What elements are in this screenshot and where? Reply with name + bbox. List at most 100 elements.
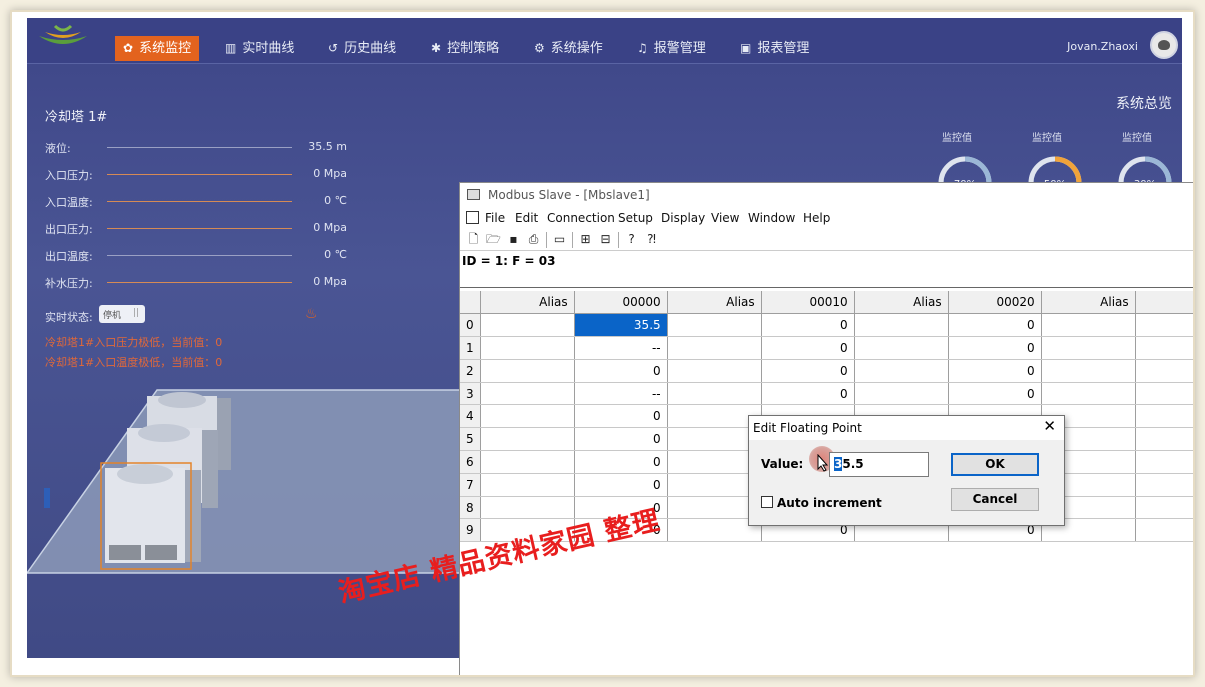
column-header[interactable]: 00020	[948, 291, 1042, 315]
column-header[interactable]: 00010	[761, 291, 855, 315]
tab-control-strategy[interactable]: ✱ 控制策略	[423, 36, 507, 61]
context-help-icon[interactable]: ⁈	[644, 232, 659, 247]
register-cell[interactable]: 35.5	[574, 313, 668, 338]
device-title: 冷却塔 1#	[45, 110, 108, 125]
register-cell[interactable]	[480, 450, 575, 474]
register-cell[interactable]: 0	[574, 427, 668, 452]
register-cell[interactable]	[1041, 336, 1136, 360]
avatar[interactable]	[1150, 31, 1178, 59]
tab-history-curve[interactable]: ↺ 历史曲线	[320, 36, 404, 61]
register-cell[interactable]	[1041, 359, 1136, 383]
register-cell[interactable]: 0	[761, 359, 855, 383]
param-row: 出口温度: 0 ℃	[45, 248, 347, 263]
row-header[interactable]: 8	[460, 496, 481, 520]
ok-button[interactable]: OK	[951, 453, 1039, 476]
register-cell[interactable]: 0	[948, 359, 1042, 383]
tab-system-monitor[interactable]: ✿ 系统监控	[115, 36, 200, 61]
register-cell[interactable]	[854, 382, 949, 406]
save-icon[interactable]: ▪	[506, 232, 521, 247]
register-cell[interactable]	[667, 313, 762, 338]
register-cell[interactable]	[1041, 382, 1136, 406]
menu-edit[interactable]: Edit	[515, 211, 538, 225]
window-title: Modbus Slave - [Mbslave1]	[460, 183, 1193, 207]
register-cell[interactable]	[480, 427, 575, 452]
register-cell[interactable]	[667, 336, 762, 360]
register-cell[interactable]: 0	[574, 359, 668, 383]
tab-realtime-curve[interactable]: ▥ 实时曲线	[217, 36, 302, 61]
register-cell[interactable]	[854, 336, 949, 360]
tab-system-operation[interactable]: ⚙ 系统操作	[526, 36, 611, 61]
menu-file[interactable]: File	[485, 211, 505, 225]
register-cell[interactable]	[480, 404, 575, 429]
open-folder-icon[interactable]: 🗁	[486, 232, 501, 247]
register-cell[interactable]	[480, 496, 575, 520]
register-cell[interactable]: 0	[761, 382, 855, 406]
row-header[interactable]: 7	[460, 473, 481, 497]
row-header[interactable]: 1	[460, 336, 481, 360]
param-row: 液位: 35.5 m	[45, 140, 347, 155]
register-cell[interactable]	[480, 336, 575, 360]
register-cell[interactable]: 0	[761, 313, 855, 338]
register-cell[interactable]	[667, 382, 762, 406]
menu-display[interactable]: Display	[661, 211, 705, 225]
row-header[interactable]: 6	[460, 450, 481, 474]
register-cell[interactable]: 0	[948, 382, 1042, 406]
alarm-icon[interactable]: ♨	[305, 306, 318, 322]
menu-view[interactable]: View	[711, 211, 739, 225]
register-cell[interactable]: 0	[948, 336, 1042, 360]
tab-alarm-management[interactable]: ♫ 报警管理	[629, 36, 714, 61]
slave-id-line: ID = 1: F = 03	[460, 252, 1193, 288]
username[interactable]: Jovan.Zhaoxi	[1067, 40, 1138, 53]
disconnect-icon[interactable]: ⊟	[598, 232, 613, 247]
register-cell[interactable]: --	[574, 336, 668, 360]
settings-icon: ⚙	[534, 41, 545, 55]
cancel-button[interactable]: Cancel	[951, 488, 1039, 511]
row-header[interactable]: 3	[460, 382, 481, 406]
register-cell[interactable]: 0	[948, 313, 1042, 338]
window-icon[interactable]: ▭	[552, 232, 567, 247]
register-cell[interactable]: 0	[761, 336, 855, 360]
value-input[interactable]: 35.5	[829, 452, 929, 477]
connect-icon[interactable]: ⊞	[578, 232, 593, 247]
register-cell[interactable]	[480, 382, 575, 406]
row-header[interactable]: 4	[460, 404, 481, 429]
new-file-icon[interactable]: 🗋	[466, 232, 481, 247]
gauge-label: 监控值	[1122, 133, 1152, 144]
status-toggle[interactable]: 停机	[99, 305, 145, 323]
menu-connection[interactable]: Connection	[547, 211, 615, 225]
register-cell[interactable]: 0	[574, 473, 668, 497]
register-cell[interactable]	[480, 359, 575, 383]
gauge-label: 监控值	[1032, 133, 1062, 144]
menu-help[interactable]: Help	[803, 211, 830, 225]
row-header[interactable]: 5	[460, 427, 481, 452]
column-header[interactable]: Alias	[1041, 291, 1136, 315]
menu-window[interactable]: Window	[748, 211, 795, 225]
dialog-title: Edit Floating Point	[749, 416, 1064, 440]
register-cell[interactable]: 0	[574, 404, 668, 429]
value-label: Value:	[761, 457, 804, 471]
register-cell[interactable]	[1041, 313, 1136, 338]
auto-increment-checkbox[interactable]	[761, 496, 773, 508]
register-cell[interactable]: 0	[574, 450, 668, 474]
toolbar: 🗋 🗁 ▪ ⎙ ▭ ⊞ ⊟ ? ⁈	[460, 229, 1193, 251]
close-icon[interactable]: ✕	[1043, 417, 1056, 435]
register-cell[interactable]	[854, 313, 949, 338]
register-cell[interactable]: --	[574, 382, 668, 406]
print-icon[interactable]: ⎙	[526, 232, 541, 247]
status-label: 实时状态:	[45, 311, 93, 324]
register-cell[interactable]	[854, 359, 949, 383]
column-header[interactable]: Alias	[667, 291, 762, 315]
help-icon[interactable]: ?	[624, 232, 639, 247]
column-header[interactable]: Alias	[854, 291, 949, 315]
tab-report-management[interactable]: ▣ 报表管理	[732, 36, 817, 61]
row-header[interactable]: 0	[460, 313, 481, 338]
register-cell[interactable]	[667, 359, 762, 383]
register-cell[interactable]	[480, 313, 575, 338]
column-header[interactable]: 00000	[574, 291, 668, 315]
column-header[interactable]: Alias	[480, 291, 575, 315]
document-icon[interactable]	[466, 211, 479, 224]
row-header[interactable]: 2	[460, 359, 481, 383]
menu-setup[interactable]: Setup	[618, 211, 653, 225]
register-cell[interactable]	[480, 473, 575, 497]
param-row: 入口温度: 0 ℃	[45, 194, 347, 209]
